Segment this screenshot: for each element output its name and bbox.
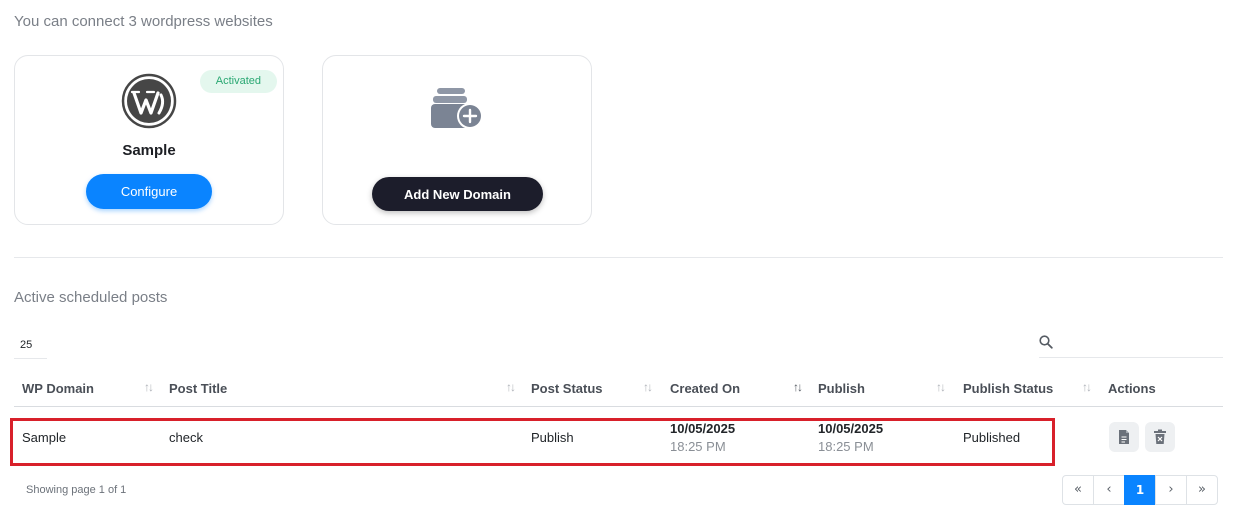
column-wp-domain[interactable]: WP Domain <box>22 370 94 407</box>
section-divider <box>14 257 1223 258</box>
table-search <box>1039 333 1223 358</box>
sort-icon[interactable]: ↑↓ <box>506 380 516 394</box>
pagination-info: Showing page 1 of 1 <box>26 484 127 496</box>
intro-text: You can connect 3 wordpress websites <box>14 13 273 30</box>
last-page-button[interactable]: » <box>1186 475 1218 505</box>
add-domain-card: Add New Domain <box>322 55 592 225</box>
column-post-title[interactable]: Post Title <box>169 370 227 407</box>
document-icon <box>1119 430 1129 444</box>
row-highlight-box <box>10 418 1055 466</box>
column-actions: Actions <box>1108 381 1156 396</box>
status-badge: Activated <box>199 70 277 93</box>
search-input[interactable] <box>1061 333 1221 355</box>
column-publish-status[interactable]: Publish Status <box>963 370 1053 407</box>
folder-add-icon <box>431 88 483 129</box>
sort-icon[interactable]: ↑↓ <box>643 380 653 394</box>
next-page-button[interactable]: › <box>1155 475 1187 505</box>
wordpress-logo-icon <box>121 73 177 129</box>
first-page-button[interactable]: « <box>1062 475 1094 505</box>
site-name: Sample <box>122 142 176 159</box>
page-1-button[interactable]: 1 <box>1124 475 1156 505</box>
add-new-domain-button[interactable]: Add New Domain <box>372 177 543 211</box>
previous-page-button[interactable]: ‹ <box>1093 475 1125 505</box>
site-card: Activated Sample Configure <box>14 55 284 225</box>
column-publish[interactable]: Publish <box>818 370 865 407</box>
sort-icon[interactable]: ↑↓ <box>793 380 803 394</box>
page-size-select[interactable]: 25 <box>14 335 47 359</box>
delete-button[interactable] <box>1145 422 1175 452</box>
sort-icon[interactable]: ↑↓ <box>1082 380 1092 394</box>
search-icon <box>1039 335 1053 349</box>
sort-icon[interactable]: ↑↓ <box>936 380 946 394</box>
column-created-on[interactable]: Created On <box>670 370 740 407</box>
column-post-status[interactable]: Post Status <box>531 370 603 407</box>
section-title: Active scheduled posts <box>14 289 168 306</box>
table-header: WP Domain ↑↓ Post Title ↑↓ Post Status ↑… <box>14 370 1223 407</box>
trash-icon <box>1154 429 1166 444</box>
configure-button[interactable]: Configure <box>86 174 212 209</box>
pagination: « ‹ 1 › » <box>1062 475 1218 505</box>
view-document-button[interactable] <box>1109 422 1139 452</box>
sort-icon[interactable]: ↑↓ <box>144 380 154 394</box>
